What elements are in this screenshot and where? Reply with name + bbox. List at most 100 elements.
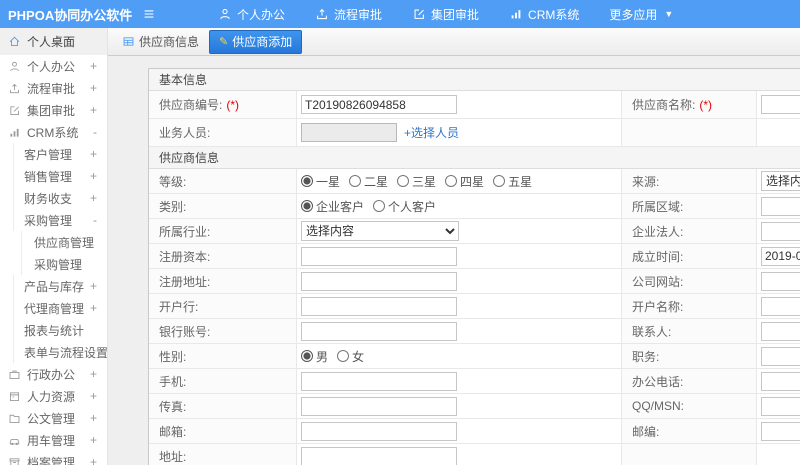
category-radio[interactable]: [301, 200, 313, 212]
top-menu-personal-office[interactable]: 个人办公: [218, 6, 285, 23]
supplier-code-input[interactable]: [301, 95, 457, 114]
qq-msn-input[interactable]: [761, 396, 800, 416]
sidebar-item-agent-mgmt[interactable]: 代理商管理 +: [0, 297, 107, 319]
sidebar-item-archive-mgmt[interactable]: 档案管理 +: [0, 451, 107, 465]
capital-input[interactable]: [301, 246, 457, 266]
bank-account-name-input[interactable]: [761, 296, 800, 316]
sidebar-item-form-flow-settings[interactable]: 表单与流程设置 +: [0, 341, 107, 363]
expander[interactable]: +: [90, 147, 97, 161]
expander[interactable]: +: [90, 191, 97, 205]
address-input[interactable]: [301, 446, 457, 465]
form-row-reg-address: 注册地址: 公司网站:: [149, 269, 800, 294]
tab-bar: 供应商信息 ✎ 供应商添加: [108, 28, 800, 56]
tab-supplier-add[interactable]: ✎ 供应商添加: [209, 29, 303, 54]
expander[interactable]: +: [90, 59, 97, 73]
sidebar-item-purchasing[interactable]: 采购管理: [0, 253, 107, 275]
sidebar-item-label: 档案管理: [27, 455, 76, 465]
website-input[interactable]: [761, 271, 800, 291]
zip-input[interactable]: [761, 421, 800, 441]
expander[interactable]: +: [90, 279, 97, 293]
sidebar-item-customer-mgmt[interactable]: 客户管理 +: [0, 143, 107, 165]
founded-date-input[interactable]: [761, 246, 800, 266]
expander[interactable]: +: [90, 169, 97, 183]
field-label: 类别:: [149, 194, 297, 218]
sidebar-item-sales-mgmt[interactable]: 销售管理 +: [0, 165, 107, 187]
supplier-add-form: 基本信息 供应商编号: (*) 供应商名称: (*) 业务人员:: [148, 68, 800, 465]
sidebar-item-supplier-mgmt[interactable]: 供应商管理: [0, 231, 107, 253]
expander[interactable]: +: [90, 389, 97, 403]
grade-radio[interactable]: [397, 175, 410, 187]
sidebar-item-purchase-mgmt[interactable]: 采购管理 -: [0, 209, 107, 231]
idcard-icon: [8, 390, 21, 403]
expander[interactable]: +: [90, 433, 97, 447]
select-person-link[interactable]: +选择人员: [404, 124, 459, 141]
sidebar-item-group-approval[interactable]: 集团审批 +: [0, 99, 107, 121]
field-label: 邮编:: [621, 419, 757, 443]
source-select[interactable]: 选择内容: [761, 171, 800, 191]
legal-person-input[interactable]: [761, 221, 800, 241]
expander[interactable]: -: [93, 125, 97, 139]
top-menu-workflow-approval[interactable]: 流程审批: [315, 6, 382, 23]
edit-icon: [8, 104, 21, 117]
gender-radio[interactable]: [337, 350, 350, 362]
sidebar-item-workflow-approval[interactable]: 流程审批 +: [0, 77, 107, 99]
bank-input[interactable]: [301, 296, 457, 316]
expander[interactable]: +: [90, 301, 97, 315]
sidebar-item-label: 公文管理: [27, 411, 76, 426]
category-radio[interactable]: [373, 200, 386, 212]
expander[interactable]: +: [90, 455, 97, 465]
contact-input[interactable]: [761, 321, 800, 341]
expander[interactable]: -: [93, 213, 97, 227]
hamburger-menu-icon[interactable]: [142, 7, 156, 21]
supplier-name-input[interactable]: [761, 95, 800, 114]
field-label: 企业法人:: [621, 219, 757, 243]
empty-cell: [757, 444, 800, 465]
email-input[interactable]: [301, 421, 457, 441]
region-input[interactable]: [761, 196, 800, 216]
mobile-input[interactable]: [301, 371, 457, 391]
home-icon: [8, 35, 21, 48]
staff-input[interactable]: [301, 123, 397, 142]
office-phone-input[interactable]: [761, 371, 800, 391]
grade-radio-group: 一星 二星 三星 四星 五星: [301, 173, 541, 190]
reg-address-input[interactable]: [301, 271, 457, 291]
job-title-input[interactable]: [761, 346, 800, 366]
top-menu-crm-system[interactable]: CRM系统: [509, 6, 579, 23]
app-logo: PHPOA协同办公软件: [8, 7, 133, 23]
grade-radio[interactable]: [493, 175, 506, 187]
sidebar-item-label: 客户管理: [24, 147, 73, 162]
grade-radio[interactable]: [301, 175, 313, 187]
sidebar-item-document-mgmt[interactable]: 公文管理 +: [0, 407, 107, 429]
top-menu-more-apps[interactable]: 更多应用 ▼: [609, 6, 673, 23]
sidebar-item-label: 报表与统计: [24, 323, 85, 338]
top-navbar: PHPOA协同办公软件 个人办公 流程审批 集团审批 CRM系统 更多应用 ▼: [0, 0, 800, 28]
sidebar-item-admin-office[interactable]: 行政办公 +: [0, 363, 107, 385]
form-row-capital: 注册资本: 成立时间:: [149, 244, 800, 269]
edit-icon: [414, 9, 424, 19]
grade-radio[interactable]: [445, 175, 458, 187]
expander[interactable]: +: [90, 81, 97, 95]
grade-radio[interactable]: [349, 175, 362, 187]
sidebar-item-reports-stats[interactable]: 报表与统计: [0, 319, 107, 341]
expander[interactable]: +: [90, 103, 97, 117]
sidebar-item-finance[interactable]: 财务收支 +: [0, 187, 107, 209]
sidebar-item-human-resources[interactable]: 人力资源 +: [0, 385, 107, 407]
industry-select[interactable]: 选择内容: [301, 221, 459, 241]
sidebar-item-personal-office[interactable]: 个人办公 +: [0, 55, 107, 77]
form-row-fax: 传真: QQ/MSN:: [149, 394, 800, 419]
sidebar-item-crm-system[interactable]: CRM系统 -: [0, 121, 107, 143]
gender-radio[interactable]: [301, 350, 313, 362]
flow-icon: [8, 82, 21, 95]
bank-account-input[interactable]: [301, 321, 457, 341]
required-marker: (*): [699, 97, 713, 112]
field-label: QQ/MSN:: [621, 394, 757, 418]
fax-input[interactable]: [301, 396, 457, 416]
expander[interactable]: +: [90, 367, 97, 381]
top-menu-group-approval[interactable]: 集团审批: [412, 6, 479, 23]
sidebar-item-personal-desktop[interactable]: 个人桌面: [0, 28, 107, 55]
expander[interactable]: +: [90, 411, 97, 425]
sidebar-item-vehicle-mgmt[interactable]: 用车管理 +: [0, 429, 107, 451]
tab-supplier-info[interactable]: 供应商信息: [122, 33, 199, 50]
field-label: 公司网站:: [621, 269, 757, 293]
sidebar-item-product-inventory[interactable]: 产品与库存 +: [0, 275, 107, 297]
